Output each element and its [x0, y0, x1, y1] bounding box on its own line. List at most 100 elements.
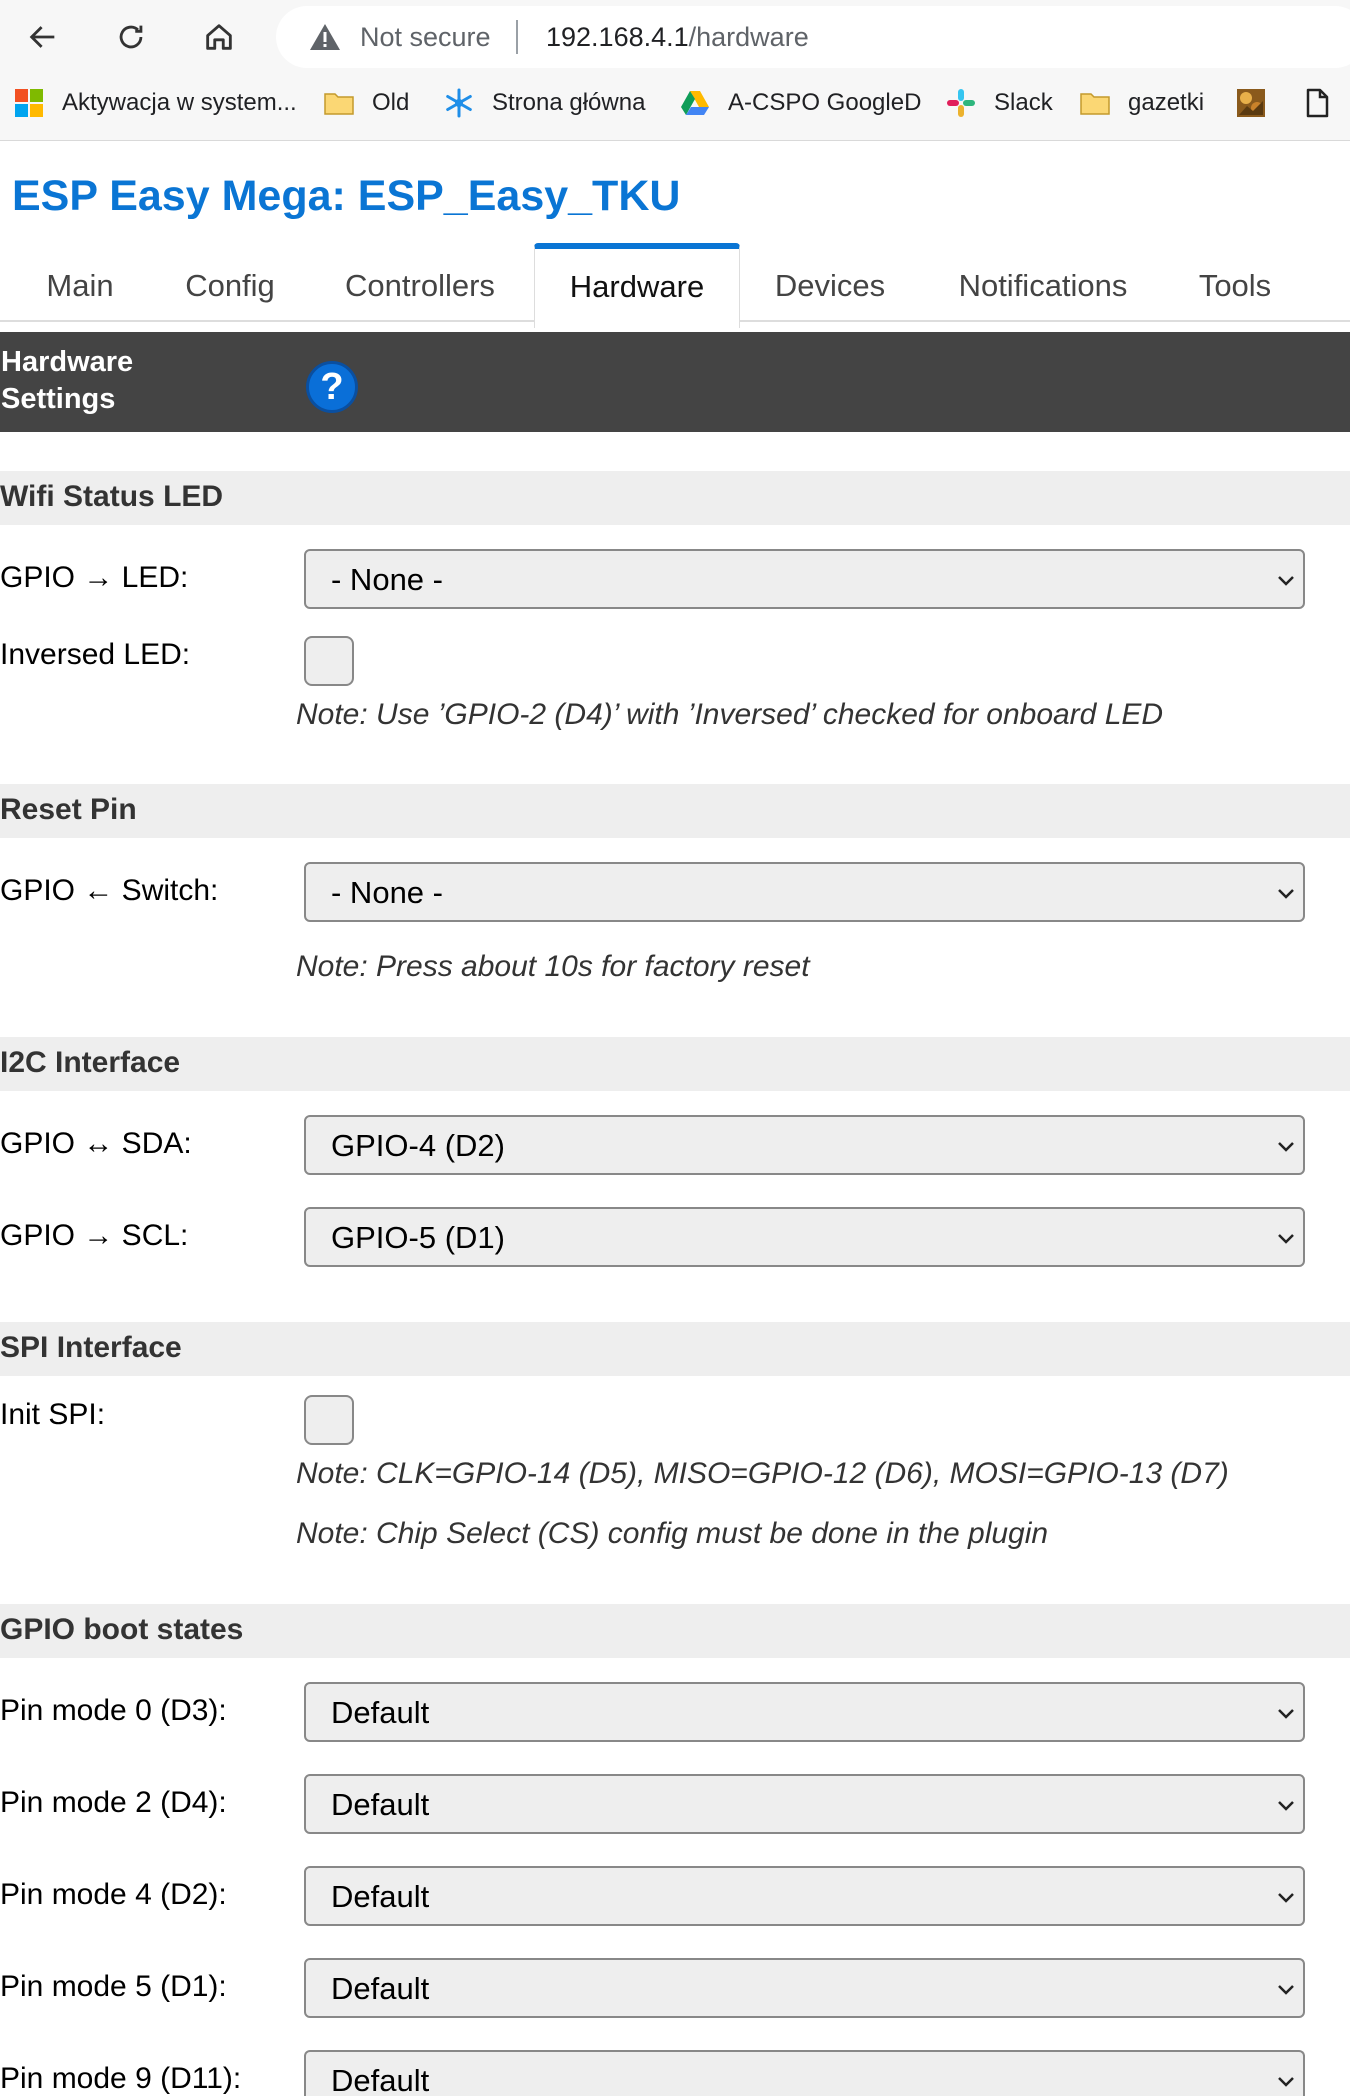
tab-notifications[interactable]: Notifications	[936, 250, 1150, 320]
gpio-scl-select[interactable]: GPIO-5 (D1)	[304, 1207, 1305, 1267]
select-value: - None -	[331, 875, 443, 910]
main-tab-bar: Main Config Controllers Hardware Devices…	[0, 243, 1350, 328]
section-title: SPI Interface	[0, 1331, 182, 1364]
chevron-down-icon	[1278, 1709, 1294, 1719]
hardware-settings-header: Hardware Settings ?	[0, 332, 1350, 432]
pin-mode-label: Pin mode 4 (D2):	[0, 1878, 227, 1911]
select-value: Default	[331, 1879, 430, 1914]
section-title: Wifi Status LED	[0, 480, 224, 513]
gpio-led-select[interactable]: - None -	[304, 549, 1305, 609]
bookmark-page[interactable]	[1300, 84, 1350, 122]
pin-mode-select[interactable]: Default	[304, 1958, 1305, 2018]
inversed-led-label: Inversed LED:	[0, 638, 191, 671]
pin-mode-select[interactable]: Default	[304, 2050, 1305, 2098]
gpio-scl-label: GPIO → SCL:	[0, 1219, 189, 1252]
chevron-down-icon	[1278, 576, 1294, 586]
bookmark-label: gazetki	[1128, 89, 1205, 116]
omnibox-divider	[516, 20, 518, 54]
url-path: /hardware	[688, 22, 809, 52]
tab-tools[interactable]: Tools	[1180, 250, 1290, 320]
select-value: Default	[331, 1787, 430, 1822]
chevron-down-icon	[1278, 1234, 1294, 1244]
select-value: GPIO-5 (D1)	[331, 1220, 505, 1255]
section-header-wifi: Wifi Status LED	[0, 471, 1350, 525]
section-header-boot-states: GPIO boot states	[0, 1604, 1350, 1658]
select-value: Default	[331, 1971, 430, 2006]
google-drive-icon	[678, 86, 712, 120]
home-button[interactable]	[196, 14, 242, 60]
tab-devices[interactable]: Devices	[752, 250, 908, 320]
select-value: Default	[331, 1695, 430, 1730]
bookmark-aktywacja[interactable]: Aktywacja w system...	[12, 84, 297, 122]
header-label-line1: Hardware	[1, 346, 134, 378]
section-header-reset: Reset Pin	[0, 784, 1350, 838]
reset-note: Note: Press about 10s for factory reset	[296, 950, 810, 983]
pin-mode-label: Pin mode 2 (D4):	[0, 1786, 227, 1819]
help-icon[interactable]: ?	[306, 361, 358, 413]
section-header-i2c: I2C Interface	[0, 1037, 1350, 1091]
spi-note-pins: Note: CLK=GPIO-14 (D5), MISO=GPIO-12 (D6…	[296, 1457, 1229, 1490]
pin-mode-label: Pin mode 9 (D11):	[0, 2062, 242, 2095]
pin-mode-select[interactable]: Default	[304, 1774, 1305, 1834]
tab-controllers[interactable]: Controllers	[320, 250, 520, 320]
bookmarks-bar: Aktywacja w system... Old Strona główna …	[0, 80, 1350, 128]
section-title: I2C Interface	[0, 1046, 181, 1079]
bookmark-google-drive[interactable]: A-CSPO GoogleD	[678, 84, 921, 122]
reload-button[interactable]	[108, 14, 154, 60]
bookmark-label: Old	[372, 89, 410, 116]
header-label-line2: Settings	[1, 383, 116, 415]
pin-mode-select[interactable]: Default	[304, 1682, 1305, 1742]
chevron-down-icon	[1278, 1985, 1294, 1995]
init-spi-checkbox[interactable]	[304, 1395, 354, 1445]
image-favicon-icon	[1234, 86, 1268, 120]
spi-note-cs: Note: Chip Select (CS) config must be do…	[296, 1517, 1049, 1550]
pin-mode-label: Pin mode 0 (D3):	[0, 1694, 227, 1727]
bookmark-image[interactable]	[1234, 84, 1284, 122]
gpio-sda-label: GPIO ↔ SDA:	[0, 1127, 192, 1160]
pin-mode-select[interactable]: Default	[304, 1866, 1305, 1926]
bookmark-strona-glowna[interactable]: Strona główna	[442, 84, 645, 122]
url-host: 192.168.4.1	[546, 22, 689, 52]
wifi-note: Note: Use ’GPIO-2 (D4)’ with ’Inversed’ …	[296, 698, 1164, 731]
init-spi-label: Init SPI:	[0, 1398, 106, 1431]
bookmark-old[interactable]: Old	[322, 84, 409, 122]
select-value: - None -	[331, 562, 443, 597]
select-value: GPIO-4 (D2)	[331, 1128, 505, 1163]
page-title: ESP Easy Mega: ESP_Easy_TKU	[12, 172, 681, 220]
folder-icon	[1078, 86, 1112, 120]
section-title: GPIO boot states	[0, 1613, 244, 1646]
select-value: Default	[331, 2063, 430, 2098]
folder-icon	[322, 86, 356, 120]
bookmark-label: Slack	[994, 89, 1053, 116]
section-title: Reset Pin	[0, 793, 137, 826]
url-text[interactable]: 192.168.4.1/hardware	[546, 22, 809, 53]
bookmark-slack[interactable]: Slack	[944, 84, 1053, 122]
home-icon	[206, 24, 232, 50]
back-arrow-icon	[29, 26, 55, 48]
header-label: Hardware Settings	[1, 344, 133, 418]
gpio-led-label: GPIO → LED:	[0, 561, 189, 594]
section-header-spi: SPI Interface	[0, 1322, 1350, 1376]
back-button[interactable]	[20, 14, 66, 60]
bookmark-gazetki[interactable]: gazetki	[1078, 84, 1204, 122]
browser-toolbar: Not secure 192.168.4.1/hardware Aktywacj…	[0, 0, 1350, 141]
pin-mode-label: Pin mode 5 (D1):	[0, 1970, 227, 2003]
gpio-sda-select[interactable]: GPIO-4 (D2)	[304, 1115, 1305, 1175]
security-status[interactable]: Not secure	[360, 22, 491, 53]
address-bar[interactable]: Not secure 192.168.4.1/hardware	[276, 6, 1350, 68]
chevron-down-icon	[1278, 1142, 1294, 1152]
chevron-down-icon	[1278, 2077, 1294, 2087]
tab-config[interactable]: Config	[160, 250, 300, 320]
chevron-down-icon	[1278, 889, 1294, 899]
windows-logo-icon	[12, 86, 46, 120]
snowflake-icon	[442, 86, 476, 120]
inversed-led-checkbox[interactable]	[304, 636, 354, 686]
chevron-down-icon	[1278, 1801, 1294, 1811]
tab-main[interactable]: Main	[20, 250, 140, 320]
tab-hardware[interactable]: Hardware	[534, 243, 740, 328]
bookmark-label: A-CSPO GoogleD	[728, 89, 922, 116]
gpio-switch-label: GPIO ← Switch:	[0, 874, 219, 907]
chevron-down-icon	[1278, 1893, 1294, 1903]
slack-icon	[944, 86, 978, 120]
gpio-switch-select[interactable]: - None -	[304, 862, 1305, 922]
